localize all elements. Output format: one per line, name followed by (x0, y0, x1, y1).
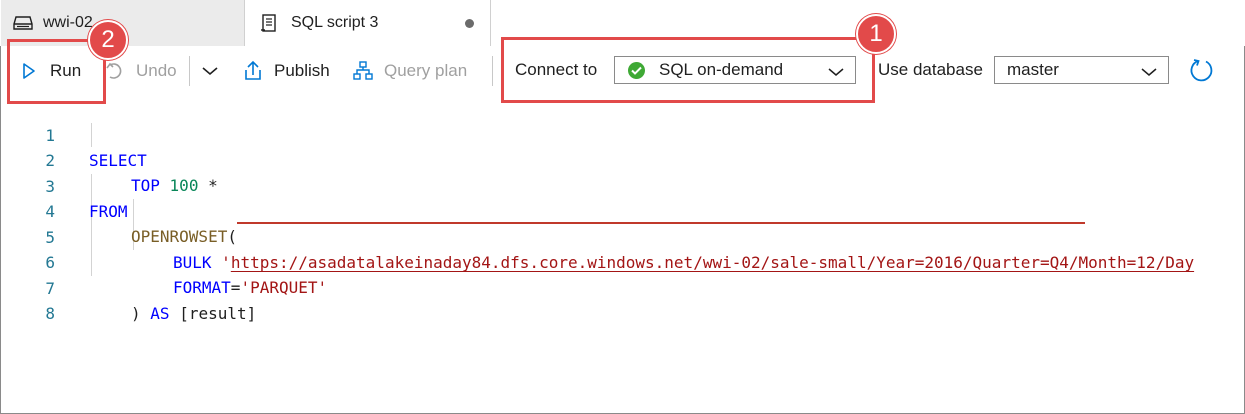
toolbar-divider (492, 56, 493, 86)
script-icon (259, 13, 279, 33)
query-plan-icon (352, 60, 374, 82)
code-line: 8 (1, 275, 1243, 323)
undo-button[interactable]: Undo (104, 56, 177, 86)
database-icon (13, 13, 33, 33)
use-database-label: Use database (878, 60, 983, 79)
chevron-down-icon (1140, 63, 1158, 83)
undo-menu-button[interactable] (201, 56, 219, 86)
refresh-button[interactable] (1189, 55, 1215, 85)
chevron-down-icon (201, 65, 219, 77)
code-editor[interactable]: 1 SELECT 2 TOP 100 * 3 FROM 4 OPENROWSET… (1, 97, 1243, 324)
error-squiggle (237, 222, 1085, 224)
code-line: 3 FROM (1, 148, 1243, 222)
code-line: 7 ) AS [result] (1, 250, 1243, 324)
code-line: 2 TOP 100 * (1, 122, 1243, 196)
callout-badge-1: 1 (856, 14, 896, 54)
publish-button[interactable]: Publish (242, 56, 330, 86)
connect-callout-box (501, 37, 875, 103)
publish-label: Publish (274, 61, 330, 80)
tab-label: wwi-02 (43, 14, 93, 31)
toolbar-divider (189, 56, 190, 86)
code-line: 5 BULK 'https://asadatalakeinaday84.dfs.… (1, 199, 1243, 273)
query-plan-label: Query plan (384, 61, 468, 80)
tab-label: SQL script 3 (291, 14, 379, 31)
code-line: 6 FORMAT='PARQUET' (1, 224, 1243, 298)
paren-token: ) (131, 304, 141, 323)
unsaved-indicator-icon[interactable] (465, 19, 474, 28)
tab-sql-script-3[interactable]: SQL script 3 (245, 0, 491, 46)
code-line: 4 OPENROWSET( (1, 173, 1243, 247)
query-plan-button[interactable]: Query plan (352, 56, 467, 86)
line-number: 8 (45, 303, 55, 323)
database-select[interactable]: master (994, 56, 1169, 84)
callout-badge-2: 2 (88, 20, 128, 60)
refresh-icon (1189, 57, 1215, 83)
database-value: master (1007, 60, 1059, 79)
alias-token: [result] (179, 304, 257, 323)
undo-icon (104, 61, 124, 81)
undo-label: Undo (136, 61, 177, 80)
code-line: 1 SELECT (1, 97, 1243, 171)
keyword-token: AS (150, 304, 170, 323)
upload-icon (242, 60, 264, 82)
